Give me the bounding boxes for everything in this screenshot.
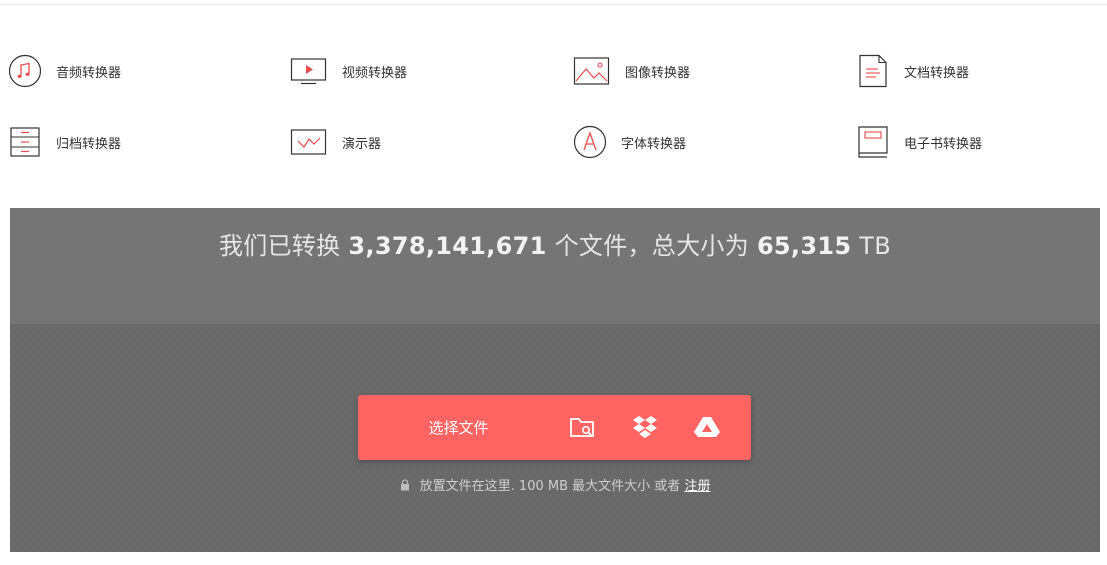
upload-note: 放置文件在这里. 100 MB 最大文件大小 或者 注册 (10, 475, 1100, 495)
font-icon (573, 125, 607, 159)
files-count: 3,378,141,671 (348, 232, 547, 260)
folder-search-icon[interactable] (568, 412, 598, 442)
signup-link[interactable]: 注册 (684, 479, 710, 494)
menu-item-label: 文档转换器 (904, 65, 970, 81)
menu-item-label: 音频转换器 (56, 65, 122, 81)
menu-item-archive-converter[interactable]: 归档转换器 (8, 124, 121, 160)
google-drive-icon[interactable] (692, 412, 722, 442)
menu-item-label: 演示器 (342, 136, 382, 152)
video-monitor-icon (290, 54, 328, 88)
conversion-stats: 我们已转换 3,378,141,671 个文件，总大小为 65,315 TB (10, 226, 1100, 261)
top-divider (0, 4, 1107, 5)
menu-item-presentation-converter[interactable]: 演示器 (290, 124, 381, 160)
music-note-icon (8, 54, 42, 88)
menu-item-image-converter[interactable]: 图像转换器 (573, 53, 690, 89)
ebook-icon (856, 125, 890, 159)
menu-item-label: 归档转换器 (56, 136, 122, 152)
stats-prefix: 我们已转换 (218, 232, 341, 260)
menu-item-audio-converter[interactable]: 音频转换器 (8, 53, 121, 89)
menu-item-label: 字体转换器 (621, 136, 687, 152)
total-size: 65,315 (756, 232, 852, 260)
hero-section: 我们已转换 3,378,141,671 个文件，总大小为 65,315 TB 选… (10, 208, 1100, 552)
converter-menu: 音频转换器 视频转换器 图像转换器 文档转换器 归档转换器 演示器 字体转换器 … (0, 6, 1104, 208)
size-unit: TB (859, 232, 892, 260)
menu-item-label: 图像转换器 (625, 65, 691, 81)
menu-item-document-converter[interactable]: 文档转换器 (856, 53, 969, 89)
lock-icon (400, 479, 410, 495)
upload-note-text: 放置文件在这里. 100 MB 最大文件大小 或者 (419, 479, 681, 494)
menu-item-label: 视频转换器 (342, 65, 408, 81)
presentation-icon (290, 125, 328, 159)
upload-button-group: 选择文件 (358, 395, 751, 460)
archive-icon (8, 125, 42, 159)
choose-file-button[interactable]: 选择文件 (358, 395, 559, 460)
menu-item-font-converter[interactable]: 字体转换器 (573, 124, 686, 160)
menu-item-video-converter[interactable]: 视频转换器 (290, 53, 407, 89)
menu-item-label: 电子书转换器 (904, 136, 983, 152)
dropbox-icon[interactable] (630, 412, 660, 442)
stats-middle: 个文件，总大小为 (554, 232, 749, 260)
image-icon (573, 54, 611, 88)
document-icon (856, 54, 890, 88)
menu-item-ebook-converter[interactable]: 电子书转换器 (856, 124, 982, 160)
